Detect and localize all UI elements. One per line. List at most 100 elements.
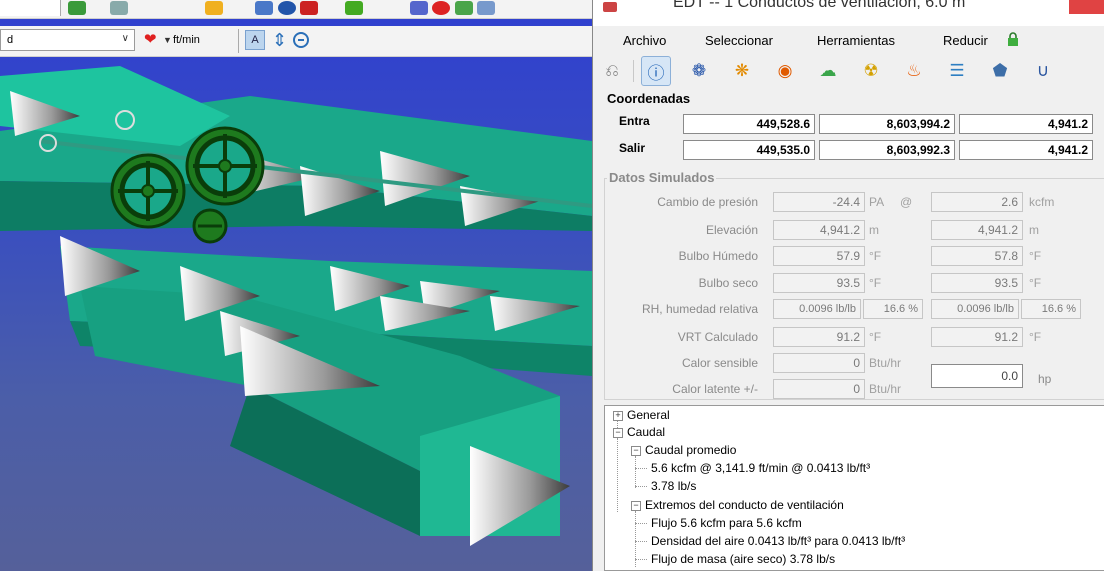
radiation-icon[interactable]: ☢ <box>856 56 886 86</box>
info-icon[interactable]: ⓘ <box>641 56 671 86</box>
elevation-in-unit: m <box>869 223 879 237</box>
elevation-out-field[interactable]: 4,941.2 <box>931 220 1023 240</box>
up-down-arrows-icon[interactable]: ⇕ <box>272 28 287 52</box>
wet-bulb-label: Bulbo Húmedo <box>678 249 758 263</box>
delete-icon[interactable] <box>300 1 318 15</box>
wet-bulb-out-field[interactable]: 57.8 <box>931 246 1023 266</box>
tree-leaf[interactable]: Densidad del aire 0.0413 lb/ft³ para 0.0… <box>651 534 905 548</box>
view-toolbar: d ∨ ❤ ▼ ft/min A ⇕ <box>0 26 592 57</box>
menu-reducir[interactable]: Reducir <box>943 33 988 48</box>
pressure-field[interactable]: -24.4 <box>773 192 865 212</box>
dry-bulb-in-unit: °F <box>869 276 882 290</box>
rh-out-ratio-field[interactable]: 0.0096 lb/lb <box>931 299 1019 319</box>
tree-node-caudal[interactable]: Caudal <box>627 425 665 439</box>
fan-icon[interactable]: ❁ <box>684 56 714 86</box>
shape-icon[interactable]: ⬟ <box>985 56 1015 86</box>
menu-archivo[interactable]: Archivo <box>623 33 666 48</box>
gas-icon[interactable]: ☁ <box>813 56 843 86</box>
label-toggle-icon[interactable]: A <box>245 30 265 50</box>
tree-leaf[interactable]: 5.6 kcfm @ 3,141.9 ft/min @ 0.0413 lb/ft… <box>651 461 870 475</box>
at-symbol: @ <box>900 195 913 209</box>
flame-icon[interactable]: ♨ <box>899 56 929 86</box>
tree-leaf[interactable]: Flujo 5.6 kcfm para 5.6 kcfm <box>651 516 802 530</box>
ventilation-scene[interactable] <box>0 56 592 571</box>
wet-bulb-in-field[interactable]: 57.9 <box>773 246 865 266</box>
arrow-right-icon[interactable] <box>345 1 363 15</box>
vrt-label: VRT Calculado <box>677 330 758 344</box>
rh-in-ratio-field[interactable]: 0.0096 lb/lb <box>773 299 861 319</box>
collapse-icon[interactable]: − <box>631 446 641 456</box>
person-icon[interactable] <box>205 1 223 15</box>
stop-icon[interactable] <box>432 1 450 15</box>
menu-seleccionar[interactable]: Seleccionar <box>705 33 773 48</box>
3d-viewport[interactable]: d ∨ ❤ ▼ ft/min A ⇕ <box>0 0 592 571</box>
tree-node-extremos[interactable]: Extremos del conducto de ventilación <box>645 498 844 512</box>
rh-out-percent-field[interactable]: 16.6 % <box>1021 299 1081 319</box>
vrt-in-field[interactable]: 91.2 <box>773 327 865 347</box>
dry-bulb-out-field[interactable]: 93.5 <box>931 273 1023 293</box>
details-tree[interactable]: + General − Caudal − Caudal promedio 5.6… <box>604 405 1104 571</box>
vrt-out-field[interactable]: 91.2 <box>931 327 1023 347</box>
window-title: EDT -- 1 Conductos de ventilación, 6.0 m <box>673 0 966 11</box>
elevation-out-unit: m <box>1029 223 1039 237</box>
wet-bulb-in-unit: °F <box>869 249 882 263</box>
fan-tool-icon[interactable] <box>278 1 296 15</box>
tree-leaf[interactable]: Flujo de masa (aire seco) 3.78 lb/s <box>651 552 835 566</box>
tree-node-caudal-promedio[interactable]: Caudal promedio <box>645 443 736 457</box>
fire-icon[interactable]: ❋ <box>727 56 757 86</box>
entra-y-field[interactable]: 8,603,994.2 <box>819 114 955 134</box>
pipe-icon[interactable]: ∪ <box>1028 56 1058 86</box>
toolbar-input[interactable] <box>0 0 61 16</box>
power-field[interactable]: 0.0 <box>931 364 1023 388</box>
rh-in-percent-field[interactable]: 16.6 % <box>863 299 923 319</box>
flow-unit: kcfm <box>1029 195 1055 209</box>
dry-bulb-in-field[interactable]: 93.5 <box>773 273 865 293</box>
collapse-icon[interactable]: − <box>613 428 623 438</box>
green-square-icon[interactable] <box>68 1 86 15</box>
signal-icon[interactable]: ☰ <box>942 56 972 86</box>
shield-icon[interactable] <box>477 1 495 15</box>
fan-icon[interactable] <box>110 153 186 229</box>
latent-heat-field[interactable]: 0 <box>773 379 865 399</box>
heart-icon[interactable]: ❤ <box>144 32 157 48</box>
title-bar[interactable]: EDT -- 1 Conductos de ventilación, 6.0 m <box>593 0 1104 26</box>
elevation-label: Elevación <box>705 223 758 237</box>
close-button[interactable] <box>1069 0 1104 14</box>
heat-icon[interactable]: ◉ <box>770 56 800 86</box>
fan-icon[interactable] <box>192 208 228 244</box>
sensible-heat-field[interactable]: 0 <box>773 353 865 373</box>
tree-node-general[interactable]: General <box>627 408 670 422</box>
coord-label-entra: Entra <box>619 114 650 128</box>
coord-label-salir: Salir <box>619 141 646 155</box>
caret-down-icon[interactable]: ▼ <box>163 35 172 45</box>
collapse-icon[interactable]: − <box>631 501 641 511</box>
toolbar-divider <box>238 29 239 53</box>
wand-icon[interactable] <box>255 1 273 15</box>
lock-icon[interactable] <box>1007 32 1019 46</box>
expand-icon[interactable]: + <box>613 411 623 421</box>
dry-bulb-label: Bulbo seco <box>698 276 758 290</box>
salir-y-field[interactable]: 8,603,992.3 <box>819 140 955 160</box>
back-icon[interactable]: ⎌ <box>597 56 627 86</box>
split-icon[interactable] <box>410 1 428 15</box>
pressure-unit: PA <box>869 195 885 209</box>
vrt-out-unit: °F <box>1029 330 1042 344</box>
unit-label[interactable]: ft/min <box>173 34 200 46</box>
tree-leaf[interactable]: 3.78 lb/s <box>651 479 696 493</box>
flow-field[interactable]: 2.6 <box>931 192 1023 212</box>
elevation-in-field[interactable]: 4,941.2 <box>773 220 865 240</box>
power-unit: hp <box>1038 372 1052 386</box>
salir-x-field[interactable]: 449,535.0 <box>683 140 815 160</box>
pencil-icon[interactable] <box>110 1 128 15</box>
salir-z-field[interactable]: 4,941.2 <box>959 140 1093 160</box>
tool-icon[interactable] <box>455 1 473 15</box>
pressure-label: Cambio de presión <box>657 195 758 209</box>
menu-herramientas[interactable]: Herramientas <box>817 33 895 48</box>
entra-x-field[interactable]: 449,528.6 <box>683 114 815 134</box>
fan-icon[interactable] <box>185 126 265 206</box>
entra-z-field[interactable]: 4,941.2 <box>959 114 1093 134</box>
collapse-circle-icon[interactable] <box>293 32 309 48</box>
view-mode-dropdown[interactable]: d ∨ <box>0 29 135 51</box>
sensible-heat-unit: Btu/hr <box>869 356 902 370</box>
wet-bulb-out-unit: °F <box>1029 249 1042 263</box>
